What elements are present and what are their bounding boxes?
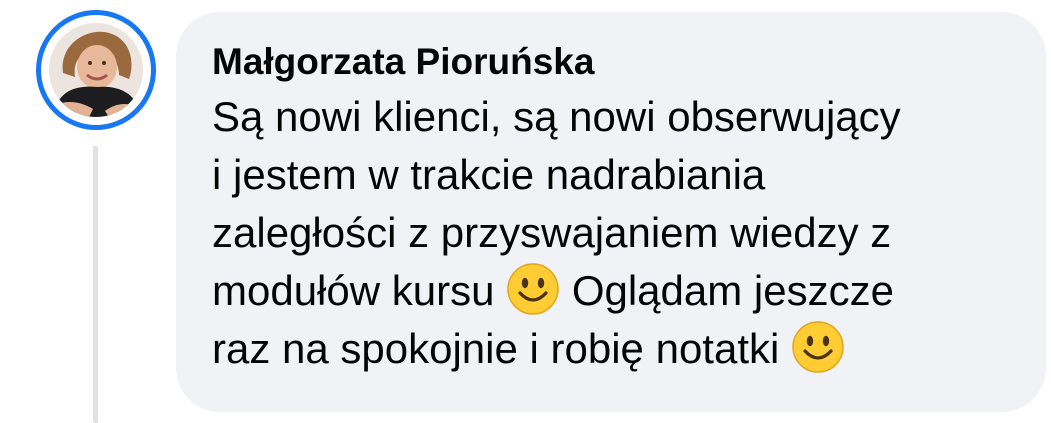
comment-text-line: i jestem w trakcie nadrabiania (212, 151, 766, 198)
comment-text: Są nowi klienci, są nowi obserwujący i j… (212, 88, 1046, 378)
comment-text-line-with-emoji: raz na spokojnie i robię notatki (212, 320, 1046, 378)
comment-text-line: zaległości z przyswajaniem wiedzy z (212, 209, 892, 256)
comment: Małgorzata Pioruńska Są nowi klienci, są… (0, 0, 1051, 423)
slightly-smiling-face-icon (791, 320, 845, 374)
avatar[interactable] (49, 23, 143, 117)
comment-text-segment: modułów kursu (212, 267, 495, 314)
profile-photo-icon (49, 23, 143, 117)
comment-author-name[interactable]: Małgorzata Pioruńska (212, 40, 1046, 84)
comment-bubble: Małgorzata Pioruńska Są nowi klienci, są… (176, 12, 1046, 412)
avatar-story-ring[interactable] (36, 10, 156, 130)
comment-text-line-with-emoji: modułów kursu Oglądam jeszcze (212, 262, 1046, 320)
comment-text-segment: Oglądam jeszcze (571, 267, 894, 314)
slightly-smiling-face-icon (506, 262, 560, 316)
comment-text-line: Są nowi klienci, są nowi obserwujący (212, 93, 901, 140)
reply-thread-line (93, 146, 98, 423)
comment-text-segment: raz na spokojnie i robię notatki (212, 325, 780, 372)
